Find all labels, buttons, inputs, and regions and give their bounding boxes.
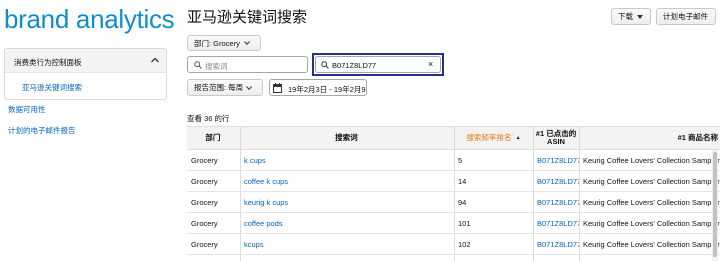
info-icon: ': [220, 135, 222, 141]
cell-asin[interactable]: B071Z8LD77: [533, 192, 579, 213]
row-count: 查看 36 的行: [187, 114, 230, 123]
scheduled-email-reports-link[interactable]: 计划的电子邮件报告: [8, 125, 76, 136]
info-icon: ': [357, 135, 359, 141]
cell-department: Grocery: [187, 150, 240, 171]
caret-down-icon: [243, 41, 250, 45]
column-header-department[interactable]: 部门 ': [187, 126, 240, 150]
search-term-placeholder: 搜索词: [205, 62, 228, 71]
cell-search-term[interactable]: coffee pods: [240, 213, 454, 234]
cell-rank: 14: [454, 171, 533, 192]
scrollbar-thumb[interactable]: [713, 152, 717, 257]
schedule-email-label: 计划电子邮件: [663, 12, 708, 21]
page-title: 亚马逊关键词搜索: [187, 9, 308, 26]
report-range-label: 报告范围: 每周: [194, 83, 244, 92]
search-icon: [194, 61, 202, 69]
sidebar-item-keyword-search[interactable]: 亚马逊关键词搜索: [5, 76, 166, 96]
cell-product-title: Keurig Coffee Lovers' Collection Sampler…: [579, 213, 720, 234]
column-header-clicked-asin[interactable]: #1 已点击的 ASIN: [533, 126, 579, 150]
download-button-label: 下载: [618, 12, 633, 21]
sort-ascending-icon: ▲: [515, 135, 521, 141]
column-header-search-frequency-rank[interactable]: 搜索频率排名 ' ▲: [454, 126, 533, 150]
report-range-select[interactable]: 报告范围: 每周: [187, 79, 263, 96]
date-range-value: 19年2月3日 - 19年2月9日: [288, 85, 367, 94]
cell-department: Grocery: [187, 192, 240, 213]
cell-search-term[interactable]: kcups: [240, 234, 454, 255]
chevron-up-icon[interactable]: [150, 55, 160, 65]
asin-search-value: B071Z8LD77: [332, 61, 377, 70]
asin-search-input[interactable]: B071Z8LD77 ×: [315, 56, 441, 73]
date-range-input[interactable]: 19年2月3日 - 19年2月9日: [269, 79, 367, 96]
cell-asin[interactable]: B071Z8LD77: [533, 213, 579, 234]
clear-icon[interactable]: ×: [428, 59, 433, 69]
caret-down-icon: [637, 14, 643, 19]
download-button[interactable]: 下载: [611, 8, 651, 25]
brand-logo: brand analytics: [4, 4, 175, 34]
column-header-search-term[interactable]: 搜索词 ': [240, 126, 454, 150]
sidebar-section-header[interactable]: 消费类行为控制面板: [5, 49, 166, 73]
search-terms-table: 部门 ' 搜索词 ' 搜索频率排名 ' ▲ #1 已点击的 ASIN #1 商品名称 G…: [187, 126, 720, 261]
column-header-product-title[interactable]: #1 商品名称: [579, 126, 720, 150]
cell-search-term[interactable]: k cups: [240, 150, 454, 171]
cell-asin[interactable]: B071Z8LD77: [533, 171, 579, 192]
cell-rank: 101: [454, 213, 533, 234]
cell-department: Grocery: [187, 171, 240, 192]
cell-rank: 94: [454, 192, 533, 213]
cell-search-term[interactable]: keurig k cups: [240, 192, 454, 213]
data-availability-link[interactable]: 数据可用性: [8, 104, 46, 115]
cell-rank: 102: [454, 234, 533, 255]
cell-department: Grocery: [187, 234, 240, 255]
cell-product-title: Keurig Coffee Lovers' Collection Sampler…: [579, 171, 720, 192]
sidebar-panel: 消费类行为控制面板 亚马逊关键词搜索: [4, 48, 167, 100]
info-icon: ': [511, 135, 513, 141]
search-icon: [321, 61, 329, 69]
caret-down-icon: [246, 85, 253, 90]
cell-asin[interactable]: B071Z8LD77: [533, 150, 579, 171]
cell-product-title: Keurig Coffee Lovers' Collection Sampler…: [579, 150, 720, 171]
sidebar-item-label: 亚马逊关键词搜索: [22, 83, 82, 92]
table-scrollbar[interactable]: [712, 150, 718, 261]
schedule-email-button[interactable]: 计划电子邮件: [656, 8, 716, 25]
sidebar-section-label: 消费类行为控制面板: [14, 58, 82, 67]
department-select-label: 部门: Grocery: [194, 38, 240, 48]
cell-search-term[interactable]: coffee k cups: [240, 171, 454, 192]
department-select[interactable]: 部门: Grocery: [187, 35, 261, 51]
cell-department: Grocery: [187, 213, 240, 234]
cell-product-title: Keurig Coffee Lovers' Collection Sampler…: [579, 192, 720, 213]
search-term-input[interactable]: 搜索词: [187, 56, 308, 73]
cell-rank: 5: [454, 150, 533, 171]
cell-product-title: Keurig Coffee Lovers' Collection Sampler…: [579, 234, 720, 255]
calendar-icon: [273, 83, 282, 93]
cell-asin[interactable]: B071Z8LD77: [533, 234, 579, 255]
